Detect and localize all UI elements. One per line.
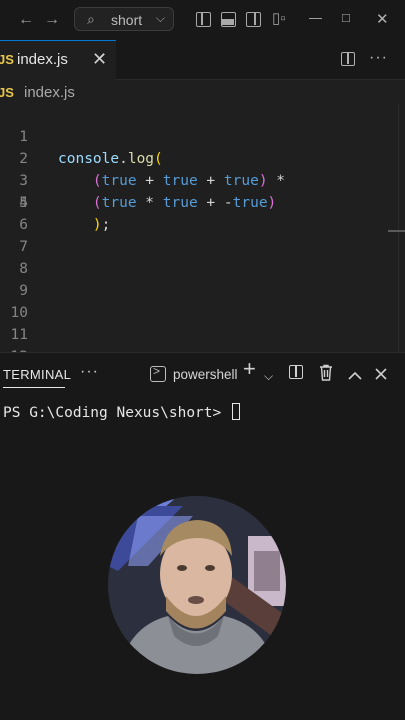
js-file-icon: JS xyxy=(0,85,14,100)
chevron-down-icon[interactable]: ⌵ xyxy=(264,366,273,386)
terminal-prompt: PS G:\Coding Nexus\short> xyxy=(3,405,230,421)
maximize-panel-icon[interactable] xyxy=(348,365,362,385)
code-line: 4 ); xyxy=(0,170,405,233)
line-number: 8 xyxy=(19,261,28,277)
code-line: 5 xyxy=(0,192,405,214)
toggle-primary-sidebar-icon[interactable] xyxy=(196,12,211,27)
terminal-shell-icon: > xyxy=(150,364,166,382)
chevron-down-icon: ⌵ xyxy=(155,11,165,25)
minimize-icon[interactable]: — xyxy=(309,10,322,25)
tab-label: index.js xyxy=(17,51,68,68)
code-line: 3 (true * true + -true) xyxy=(0,148,405,211)
more-panel-views-icon[interactable]: ··· xyxy=(80,363,99,381)
code-line: 6 xyxy=(0,214,405,236)
search-text: short xyxy=(111,12,143,28)
line-number: 7 xyxy=(19,239,28,255)
code-line: 7 xyxy=(0,236,405,258)
title-bar: ← → ⌕ short ⌵ ▯▫ — □ ✕ xyxy=(0,0,405,40)
line-number: 5 xyxy=(19,195,28,211)
trash-icon[interactable] xyxy=(318,364,334,385)
editor-scrollbar[interactable] xyxy=(398,104,399,352)
code-line: 1 console.log( xyxy=(0,104,405,167)
toggle-secondary-sidebar-icon[interactable] xyxy=(246,12,261,27)
line-number: 6 xyxy=(19,217,28,233)
line-number: 10 xyxy=(10,305,28,321)
webcam-overlay xyxy=(108,496,286,674)
code-line: 10 xyxy=(0,302,405,324)
maximize-icon[interactable]: □ xyxy=(342,10,350,25)
terminal-cursor xyxy=(231,403,240,420)
customize-layout-icon[interactable]: ▯▫ xyxy=(272,9,286,29)
search-icon: ⌕ xyxy=(87,11,95,27)
split-editor-icon[interactable] xyxy=(341,52,355,66)
arrow-right-icon[interactable]: → xyxy=(44,10,60,30)
tab-index-js[interactable]: JS index.js ✕ xyxy=(0,40,116,80)
command-center-search[interactable]: ⌕ short ⌵ xyxy=(74,7,174,31)
new-terminal-icon[interactable]: + xyxy=(243,358,256,380)
breadcrumb-file[interactable]: index.js xyxy=(24,84,75,101)
split-terminal-icon[interactable] xyxy=(289,365,303,379)
tab-terminal[interactable]: TERMINAL xyxy=(3,367,71,382)
close-tab-icon[interactable]: ✕ xyxy=(92,49,107,70)
arrow-left-icon[interactable]: ← xyxy=(18,10,34,30)
code-editor[interactable]: 1 console.log( 2 (true + true + true) * … xyxy=(0,104,405,352)
active-tab-underline xyxy=(3,387,65,388)
toggle-panel-icon[interactable] xyxy=(221,12,236,27)
presenter-video xyxy=(108,496,286,674)
close-panel-icon[interactable] xyxy=(375,364,387,384)
line-number: 9 xyxy=(19,283,28,299)
code-line: 11 xyxy=(0,324,405,346)
terminal-shell-name[interactable]: powershell xyxy=(173,367,238,382)
line-number: 11 xyxy=(10,327,28,343)
code-line: 2 (true + true + true) * xyxy=(0,126,405,189)
close-window-icon[interactable]: ✕ xyxy=(376,10,389,28)
overview-ruler-marker xyxy=(388,230,405,232)
code-line: 9 xyxy=(0,280,405,302)
terminal-prompt-line[interactable]: PS G:\Coding Nexus\short> xyxy=(3,403,240,421)
code-line: 8 xyxy=(0,258,405,280)
js-file-icon: JS xyxy=(0,52,14,67)
more-actions-icon[interactable]: ··· xyxy=(369,49,388,67)
